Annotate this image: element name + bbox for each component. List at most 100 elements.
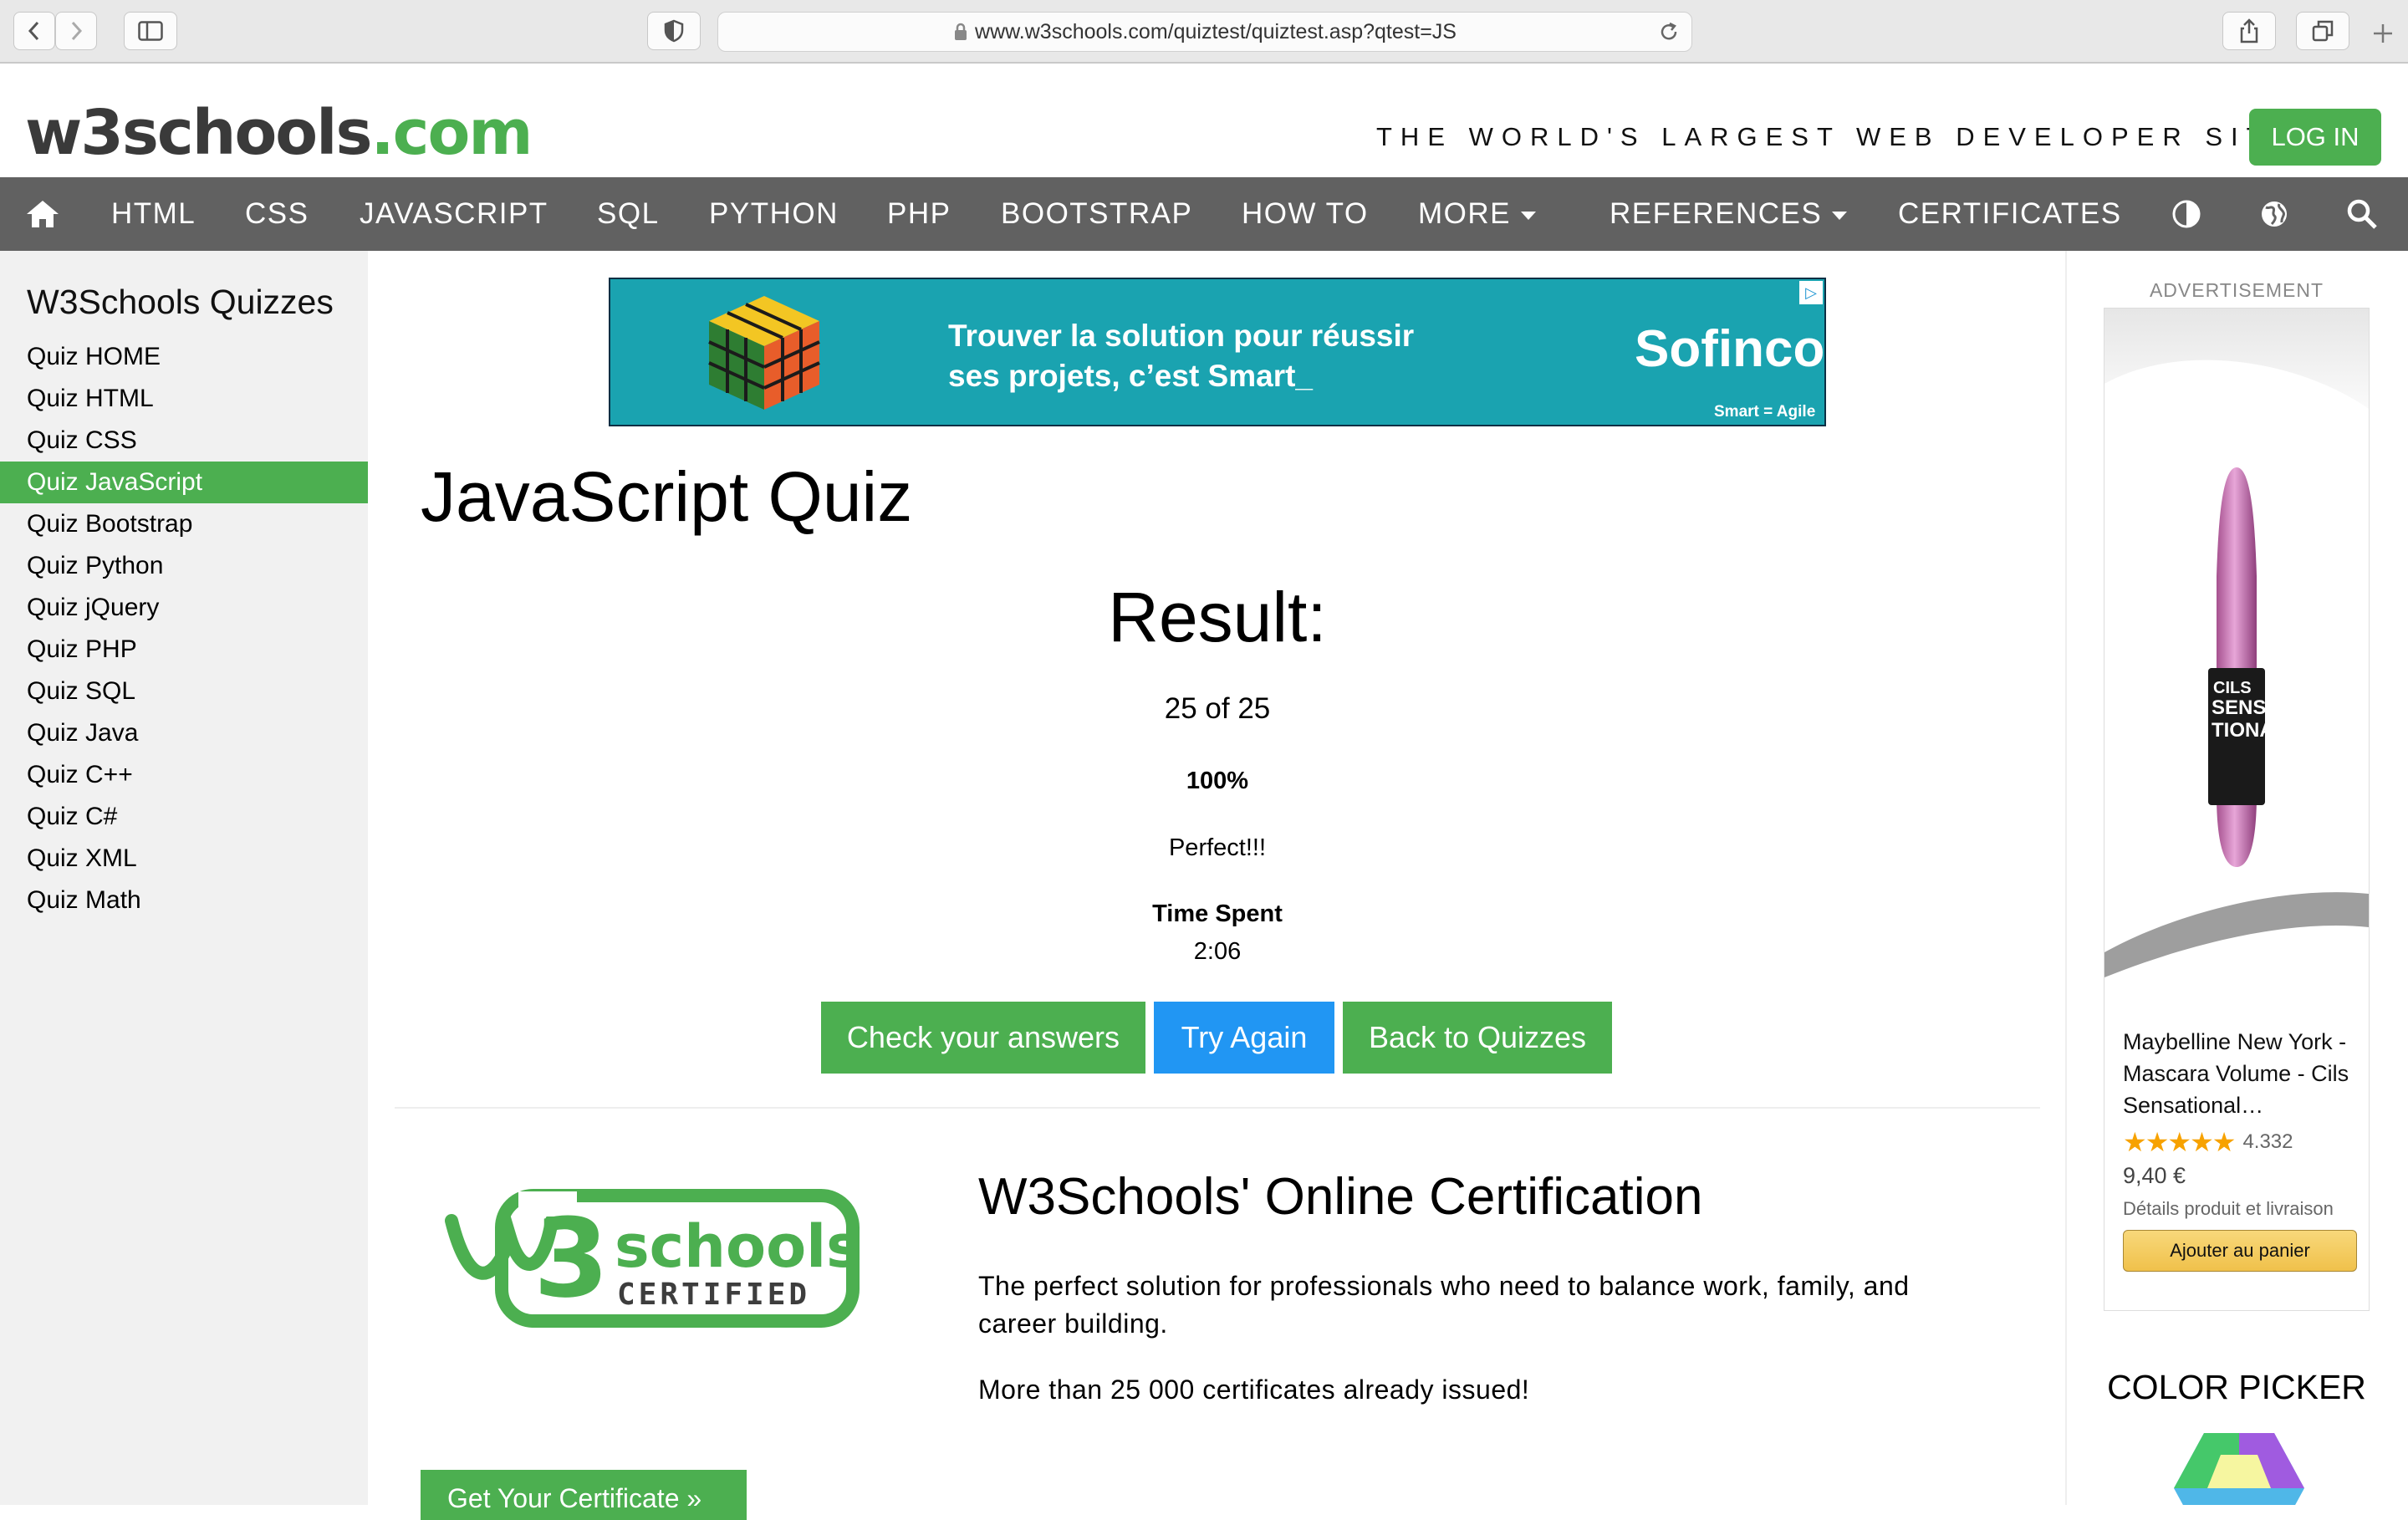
sidebar-item-quiz-python[interactable]: Quiz Python bbox=[0, 545, 368, 587]
get-certificate-button[interactable]: Get Your Certificate » bbox=[421, 1470, 747, 1520]
time-spent-label: Time Spent bbox=[1152, 900, 1283, 927]
product-advertisement[interactable]: ▷ CILS SENSA TIONAL Maybelline New York … bbox=[2104, 308, 2370, 1311]
share-button[interactable] bbox=[2222, 12, 2276, 50]
sidebar-item-quiz-jquery[interactable]: Quiz jQuery bbox=[0, 587, 368, 629]
nav-sql[interactable]: SQL bbox=[597, 177, 660, 251]
quiz-sidebar: W3Schools Quizzes Quiz HOME Quiz HTML Qu… bbox=[0, 251, 368, 1505]
home-icon bbox=[27, 201, 59, 227]
banner-ad-line1: Trouver la solution pour réussir bbox=[948, 319, 1415, 353]
svg-text:SENSA: SENSA bbox=[2212, 696, 2281, 719]
adchoices-icon[interactable]: ▷ bbox=[1799, 281, 1823, 304]
banner-ad-line2: ses projets, c’est Smart_ bbox=[948, 359, 1313, 393]
sidebar-item-quiz-java[interactable]: Quiz Java bbox=[0, 712, 368, 754]
share-icon bbox=[2240, 18, 2258, 43]
logo-main-text: w3schools bbox=[25, 97, 373, 169]
w3schools-logo[interactable]: w3schools.com bbox=[25, 97, 533, 169]
sidebar-item-quiz-css[interactable]: Quiz CSS bbox=[0, 420, 368, 462]
reload-icon[interactable] bbox=[1658, 21, 1680, 43]
browser-toolbar: www.w3schools.com/quiztest/quiztest.asp?… bbox=[0, 0, 2408, 64]
sidebar-item-quiz-xml[interactable]: Quiz XML bbox=[0, 838, 368, 880]
product-title[interactable]: Maybelline New York - Mascara Volume - C… bbox=[2123, 1026, 2357, 1121]
svg-text:CERTIFIED: CERTIFIED bbox=[617, 1278, 810, 1312]
color-picker-title: COLOR PICKER bbox=[2107, 1368, 2366, 1406]
result-heading: Result: bbox=[1108, 578, 1327, 656]
lock-icon bbox=[955, 23, 967, 40]
caret-down-icon bbox=[1832, 212, 1848, 220]
nav-css[interactable]: CSS bbox=[245, 177, 309, 251]
plus-icon bbox=[2374, 24, 2392, 43]
add-to-cart-button[interactable]: Ajouter au panier bbox=[2123, 1230, 2357, 1272]
try-again-button[interactable]: Try Again bbox=[1154, 1002, 1334, 1074]
chevron-left-icon bbox=[28, 21, 39, 41]
product-rating: ★★★★★ 4.332 bbox=[2123, 1126, 2293, 1158]
chevron-right-icon bbox=[71, 21, 83, 41]
back-to-quizzes-button[interactable]: Back to Quizzes bbox=[1343, 1002, 1612, 1074]
privacy-report-button[interactable] bbox=[647, 12, 701, 50]
banner-ad-brand: Sofinco bbox=[1635, 320, 1825, 378]
certificates-issued-text: More than 25 000 certificates already is… bbox=[978, 1375, 1530, 1405]
product-details-link[interactable]: Détails produit et livraison bbox=[2123, 1198, 2334, 1220]
top-navigation: HTML CSS JAVASCRIPT SQL PYTHON PHP BOOTS… bbox=[0, 177, 2408, 251]
percent-text: 100% bbox=[1186, 768, 1249, 794]
svg-text:3: 3 bbox=[533, 1195, 609, 1322]
certification-title: W3Schools' Online Certification bbox=[978, 1168, 1703, 1226]
nav-references[interactable]: REFERENCES bbox=[1610, 177, 1848, 251]
sidebar-item-quiz-bootstrap[interactable]: Quiz Bootstrap bbox=[0, 503, 368, 545]
sidebar-item-quiz-csharp[interactable]: Quiz C# bbox=[0, 796, 368, 838]
search-button[interactable] bbox=[2346, 177, 2378, 251]
site-header: w3schools.com THE WORLD'S LARGEST WEB DE… bbox=[0, 65, 2408, 177]
sidebar-item-quiz-php[interactable]: Quiz PHP bbox=[0, 629, 368, 671]
nav-bootstrap[interactable]: BOOTSTRAP bbox=[1001, 177, 1192, 251]
sidebar-item-quiz-home[interactable]: Quiz HOME bbox=[0, 336, 368, 378]
check-answers-button[interactable]: Check your answers bbox=[821, 1002, 1145, 1074]
sidebar-item-quiz-javascript[interactable]: Quiz JavaScript bbox=[0, 462, 368, 503]
page-title: JavaScript Quiz bbox=[421, 457, 913, 536]
sidebar-toggle-button[interactable] bbox=[124, 12, 177, 50]
dark-mode-toggle[interactable] bbox=[2171, 177, 2201, 251]
nav-javascript[interactable]: JAVASCRIPT bbox=[360, 177, 548, 251]
star-rating-icon: ★★★★★ bbox=[2123, 1127, 2236, 1157]
globe-icon bbox=[2262, 201, 2287, 227]
caret-down-icon bbox=[1521, 212, 1536, 220]
banner-ad-slogan: Smart = Agile bbox=[1714, 403, 1816, 421]
sidebar-item-quiz-math[interactable]: Quiz Math bbox=[0, 880, 368, 921]
url-text: www.w3schools.com/quiztest/quiztest.asp?… bbox=[975, 19, 1457, 43]
rubiks-cube-image bbox=[708, 296, 820, 410]
svg-text:CILS: CILS bbox=[2213, 679, 2252, 697]
w3schools-certified-logo: 3 schools CERTIFIED bbox=[445, 1189, 861, 1328]
back-button[interactable] bbox=[13, 12, 55, 50]
tabs-icon bbox=[2312, 20, 2334, 42]
banner-advertisement[interactable]: Trouver la solution pour réussir ses pro… bbox=[609, 278, 1826, 426]
login-button[interactable]: LOG IN bbox=[2249, 109, 2381, 166]
score-text: 25 of 25 bbox=[1164, 692, 1271, 725]
logo-suffix-text: .com bbox=[370, 97, 533, 169]
sidebar-item-quiz-cpp[interactable]: Quiz C++ bbox=[0, 754, 368, 796]
nav-html[interactable]: HTML bbox=[111, 177, 196, 251]
time-spent-value: 2:06 bbox=[1193, 938, 1242, 965]
new-tab-button[interactable] bbox=[2371, 20, 2405, 54]
section-divider bbox=[395, 1107, 2040, 1109]
nav-more[interactable]: MORE bbox=[1418, 177, 1536, 251]
nav-php[interactable]: PHP bbox=[887, 177, 951, 251]
nav-home[interactable] bbox=[25, 177, 60, 251]
product-price: 9,40 € bbox=[2123, 1163, 2186, 1188]
site-tagline: THE WORLD'S LARGEST WEB DEVELOPER SITE bbox=[1376, 122, 2297, 151]
nav-certificates[interactable]: CERTIFICATES bbox=[1898, 177, 2122, 251]
svg-text:TIONAL: TIONAL bbox=[2212, 719, 2286, 742]
sidebar-item-quiz-html[interactable]: Quiz HTML bbox=[0, 378, 368, 420]
tabs-overview-button[interactable] bbox=[2296, 12, 2349, 50]
forward-button[interactable] bbox=[55, 12, 97, 50]
address-bar[interactable]: www.w3schools.com/quiztest/quiztest.asp?… bbox=[717, 12, 1692, 52]
color-picker-icon[interactable] bbox=[2171, 1430, 2308, 1505]
contrast-icon bbox=[2172, 200, 2201, 228]
rating-count: 4.332 bbox=[2242, 1130, 2293, 1153]
nav-how-to[interactable]: HOW TO bbox=[1242, 177, 1369, 251]
sidebar-item-quiz-sql[interactable]: Quiz SQL bbox=[0, 671, 368, 712]
sidebar-title: W3Schools Quizzes bbox=[27, 283, 334, 321]
verdict-text: Perfect!!! bbox=[1168, 834, 1267, 861]
nav-references-label: REFERENCES bbox=[1610, 197, 1823, 230]
search-icon bbox=[2347, 199, 2377, 229]
translate-button[interactable] bbox=[2259, 177, 2289, 251]
nav-python[interactable]: PYTHON bbox=[709, 177, 839, 251]
shield-icon bbox=[664, 19, 684, 43]
